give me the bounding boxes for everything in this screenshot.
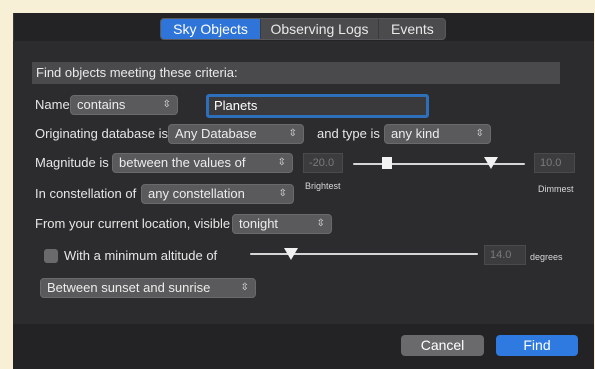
altitude-field[interactable]: 14.0	[484, 245, 526, 265]
chevron-updown-icon: ⇳	[240, 282, 249, 293]
database-popup[interactable]: Any Database ⇳	[168, 124, 304, 144]
tab-events[interactable]: Events	[379, 19, 445, 39]
time-range-popup[interactable]: Between sunset and sunrise ⇳	[40, 278, 256, 298]
criteria-header: Find objects meeting these criteria:	[32, 62, 560, 84]
magnitude-slider-track[interactable]	[353, 163, 525, 165]
chevron-updown-icon: ⇳	[162, 99, 171, 110]
magnitude-operator-value: between the values of	[119, 155, 246, 170]
dimmest-caption: Dimmest	[538, 184, 574, 194]
type-value: any kind	[391, 126, 440, 141]
tab-observing-logs[interactable]: Observing Logs	[261, 19, 379, 39]
chevron-updown-icon: ⇳	[278, 188, 287, 199]
altitude-slider-thumb[interactable]	[284, 248, 298, 260]
constellation-value: any constellation	[148, 186, 245, 201]
magnitude-min-thumb[interactable]	[382, 157, 392, 169]
chevron-updown-icon: ⇳	[277, 157, 286, 168]
time-range-value: Between sunset and sunrise	[47, 280, 211, 295]
name-label: Name	[35, 97, 70, 112]
name-operator-value: contains	[77, 97, 126, 112]
magnitude-operator-popup[interactable]: between the values of ⇳	[112, 153, 293, 173]
constellation-label: In constellation of	[35, 186, 137, 201]
degrees-unit: degrees	[530, 252, 563, 262]
visibility-value: tonight	[239, 216, 279, 231]
min-altitude-label: With a minimum altitude of	[64, 248, 218, 263]
cancel-button[interactable]: Cancel	[401, 335, 484, 356]
visibility-popup[interactable]: tonight ⇳	[232, 214, 332, 234]
database-value: Any Database	[175, 126, 257, 141]
name-operator-popup[interactable]: contains ⇳	[70, 95, 178, 115]
chevron-updown-icon: ⇳	[475, 128, 484, 139]
magnitude-label: Magnitude is	[35, 155, 109, 170]
type-label: and type is	[317, 126, 380, 141]
database-label: Originating database is	[35, 126, 168, 141]
tab-sky-objects[interactable]: Sky Objects	[161, 19, 261, 39]
type-popup[interactable]: any kind ⇳	[384, 124, 491, 144]
constellation-popup[interactable]: any constellation ⇳	[141, 184, 294, 204]
magnitude-max-field[interactable]: 10.0	[534, 153, 575, 173]
magnitude-min-field[interactable]: -20.0	[303, 153, 343, 173]
chevron-updown-icon: ⇳	[288, 128, 297, 139]
chevron-updown-icon: ⇳	[316, 218, 325, 229]
visibility-label: From your current location, visible	[35, 216, 231, 231]
brightest-caption: Brightest	[305, 181, 341, 191]
min-altitude-checkbox[interactable]	[44, 249, 58, 263]
magnitude-max-thumb[interactable]	[484, 157, 498, 169]
tab-bar: Sky Objects Observing Logs Events	[160, 18, 446, 40]
name-input[interactable]: Planets	[206, 94, 429, 118]
find-button[interactable]: Find	[496, 335, 578, 356]
